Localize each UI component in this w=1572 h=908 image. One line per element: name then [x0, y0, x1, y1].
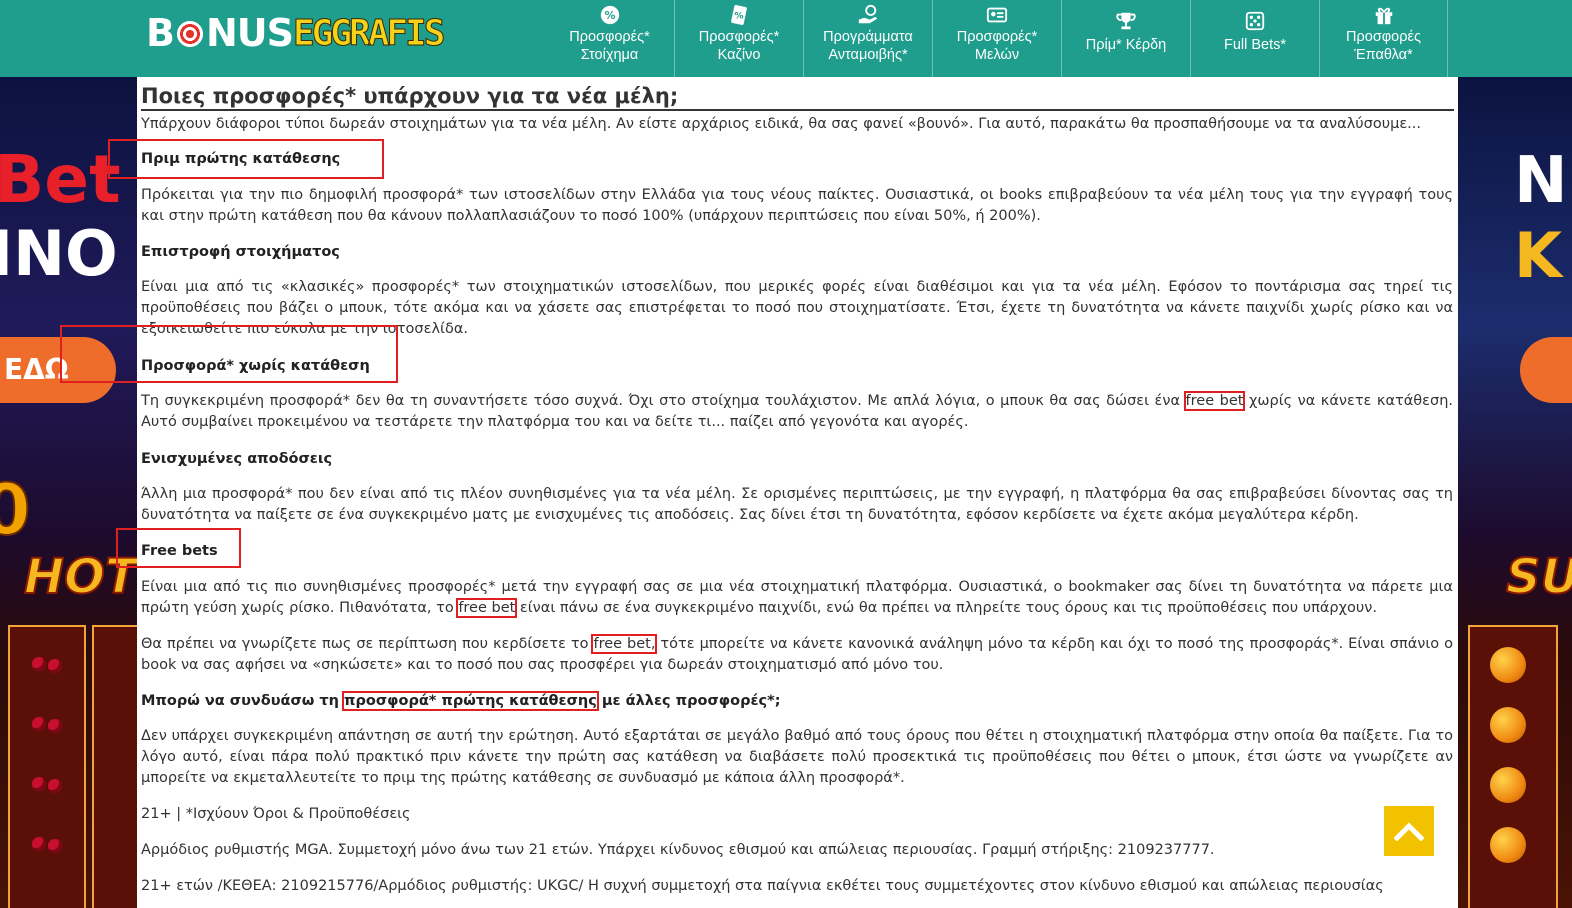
banner-left-line1: Bet [0, 141, 121, 218]
section-text-free-bets-2: Θα πρέπει να γνωρίζετε πως σε περίπτωση … [141, 634, 1453, 676]
nav-label-1: Προγράμματα [823, 29, 913, 45]
text-part: Θα πρέπει να γνωρίζετε πως σε περίπτωση … [141, 636, 594, 652]
nav-label-2: Ανταμοιβής* [828, 47, 908, 63]
logo-letter-b: B [146, 11, 175, 55]
footer-terms: 21+ | *Ισχύουν Όροι & Προϋποθέσεις [141, 806, 411, 822]
section-title-no-deposit: Προσφορά* χωρίς κατάθεση [141, 358, 370, 374]
nav-item-prize-offers[interactable]: Προσφορές Έπαθλα* [1319, 0, 1448, 77]
section-text-first-deposit: Πρόκειται για την πιο δημοφιλή προσφορά*… [141, 187, 1453, 224]
nav-item-rewards-programs[interactable]: Προγράμματα Ανταμοιβής* [803, 0, 932, 77]
article-content: Ποιες προσφορές* υπάρχουν για τα νέα μέλ… [137, 77, 1458, 908]
left-ad-banner[interactable]: Bet INO ΕΔΩ 0 HOT [0, 77, 137, 908]
text-part: είναι πάνω σε ένα συγκεκριμένο παιχνίδι,… [515, 600, 1377, 616]
member-card-icon [986, 4, 1008, 26]
highlight-first-deposit-offer: προσφορά* πρώτης κατάθεσης [342, 691, 599, 711]
site-header: B NUS EGGRAFIS % Προσφορές* Στοίχημα % Π… [0, 0, 1572, 77]
nav-label-2: Στοίχημα [580, 47, 639, 63]
cherry-icon [32, 777, 46, 791]
article-intro: Υπάρχουν διάφοροι τύποι δωρεάν στοιχημάτ… [141, 116, 1422, 132]
percent-badge-icon: % [599, 4, 621, 26]
banner-left-cta-label: ΕΔΩ [4, 353, 69, 386]
cherry-icon [32, 837, 46, 851]
nav-item-betting-offers[interactable]: % Προσφορές* Στοίχημα [545, 0, 674, 77]
nav-label-1: Full Bets* [1223, 37, 1287, 53]
cherry-icon [48, 659, 62, 673]
highlight-free-bet: free bet [1183, 391, 1246, 411]
svg-text:%: % [734, 11, 743, 22]
nav-item-casino-offers[interactable]: % Προσφορές* Καζίνο [674, 0, 803, 77]
highlight-free-bet: free bet [456, 598, 518, 618]
article-title: Ποιες προσφορές* υπάρχουν για τα νέα μέλ… [141, 83, 1454, 111]
section-title-first-deposit: Πριμ πρώτης κατάθεσης [141, 151, 341, 167]
banner-right-cta[interactable] [1520, 337, 1572, 403]
orange-icon [1490, 647, 1526, 683]
section-title-boosted-odds: Ενισχυμένες αποδόσεις [141, 451, 333, 467]
footer-regulator-ukgc: 21+ ετών /ΚΕΘΕΑ: 2109215776/Αρμόδιος ρυθ… [141, 878, 1384, 894]
slot-reel-right [1468, 625, 1558, 908]
cherry-icon [32, 717, 46, 731]
cherry-icon [48, 839, 62, 853]
orange-icon [1490, 767, 1526, 803]
slot-reel-left [8, 625, 86, 908]
nav-label-1: Προσφορές* [569, 29, 650, 45]
trophy-icon [1115, 10, 1137, 32]
nav-label-1: Προσφορές* [698, 29, 780, 45]
section-title-combine: Μπορώ να συνδυάσω τη προσφορά* πρώτης κα… [141, 691, 781, 711]
main-nav: % Προσφορές* Στοίχημα % Προσφορές* Καζίν… [545, 0, 1448, 77]
text-part: Μπορώ να συνδυάσω τη [141, 693, 345, 709]
logo-text-nus: NUS [205, 11, 294, 55]
banner-left-line2: INO [0, 217, 118, 290]
gift-icon [1373, 4, 1395, 26]
section-text-no-deposit: Τη συγκεκριμένη προσφορά* δεν θα τη συνα… [141, 391, 1453, 433]
banner-right-line1: N [1514, 144, 1568, 218]
text-part: με άλλες προσφορές*; [596, 693, 781, 709]
banner-left-cta[interactable]: ΕΔΩ [0, 337, 116, 403]
target-icon [174, 19, 205, 49]
nav-label-1: Προσφορές [1346, 29, 1421, 45]
hand-coin-icon [857, 4, 879, 26]
highlight-free-bet: free bet, [591, 634, 658, 654]
banner-left-number: 0 [0, 469, 32, 551]
nav-label-1: Πρίμ* Κέρδη [1085, 37, 1167, 53]
logo-text-eggrafis: EGGRAFIS [292, 12, 445, 54]
slot-reel-left-2 [92, 625, 137, 908]
nav-label-2: Έπαθλα* [1354, 47, 1413, 63]
right-ad-banner[interactable]: N K SU [1458, 77, 1572, 908]
section-title-free-bets: Free bets [141, 543, 218, 559]
cherry-icon [32, 657, 46, 671]
text-part: Τη συγκεκριμένη προσφορά* δεν θα τη συνα… [141, 393, 1186, 409]
section-text-combine: Δεν υπάρχει συγκεκριμένη απάντηση σε αυτ… [141, 728, 1453, 786]
banner-right-line2: K [1514, 219, 1563, 292]
orange-icon [1490, 707, 1526, 743]
cherry-icon [48, 719, 62, 733]
nav-label-1: Προσφορές* [956, 29, 1038, 45]
section-text-free-bets: Είναι μια από τις πιο συνηθισμένες προσφ… [141, 577, 1453, 619]
casino-chip-icon: % [728, 4, 750, 26]
nav-label-2: Καζίνο [717, 47, 761, 63]
nav-item-prize-winnings[interactable]: Πρίμ* Κέρδη [1061, 0, 1190, 77]
banner-left-hot: HOT [23, 549, 137, 605]
banner-right-hot: SU [1505, 549, 1572, 605]
cherry-icon [48, 779, 62, 793]
dice-icon [1244, 10, 1266, 32]
nav-item-full-bets[interactable]: Full Bets* [1190, 0, 1319, 77]
footer-regulator-mga: Αρμόδιος ρυθμιστής MGA. Συμμετοχή μόνο ά… [141, 842, 1215, 858]
section-text-boosted-odds: Άλλη μια προσφορά* που δεν είναι από τις… [141, 486, 1453, 523]
section-text-bet-refund: Είναι μια από τις «κλασικές» προσφορές* … [141, 279, 1453, 337]
nav-item-member-offers[interactable]: Προσφορές* Μελών [932, 0, 1061, 77]
svg-text:%: % [604, 9, 615, 22]
chevron-up-icon [1394, 822, 1424, 841]
site-logo[interactable]: B NUS EGGRAFIS [146, 10, 446, 56]
orange-icon [1490, 827, 1526, 863]
section-title-bet-refund: Επιστροφή στοιχήματος [141, 244, 340, 260]
nav-label-2: Μελών [974, 47, 1020, 63]
back-to-top-button[interactable] [1384, 806, 1434, 856]
